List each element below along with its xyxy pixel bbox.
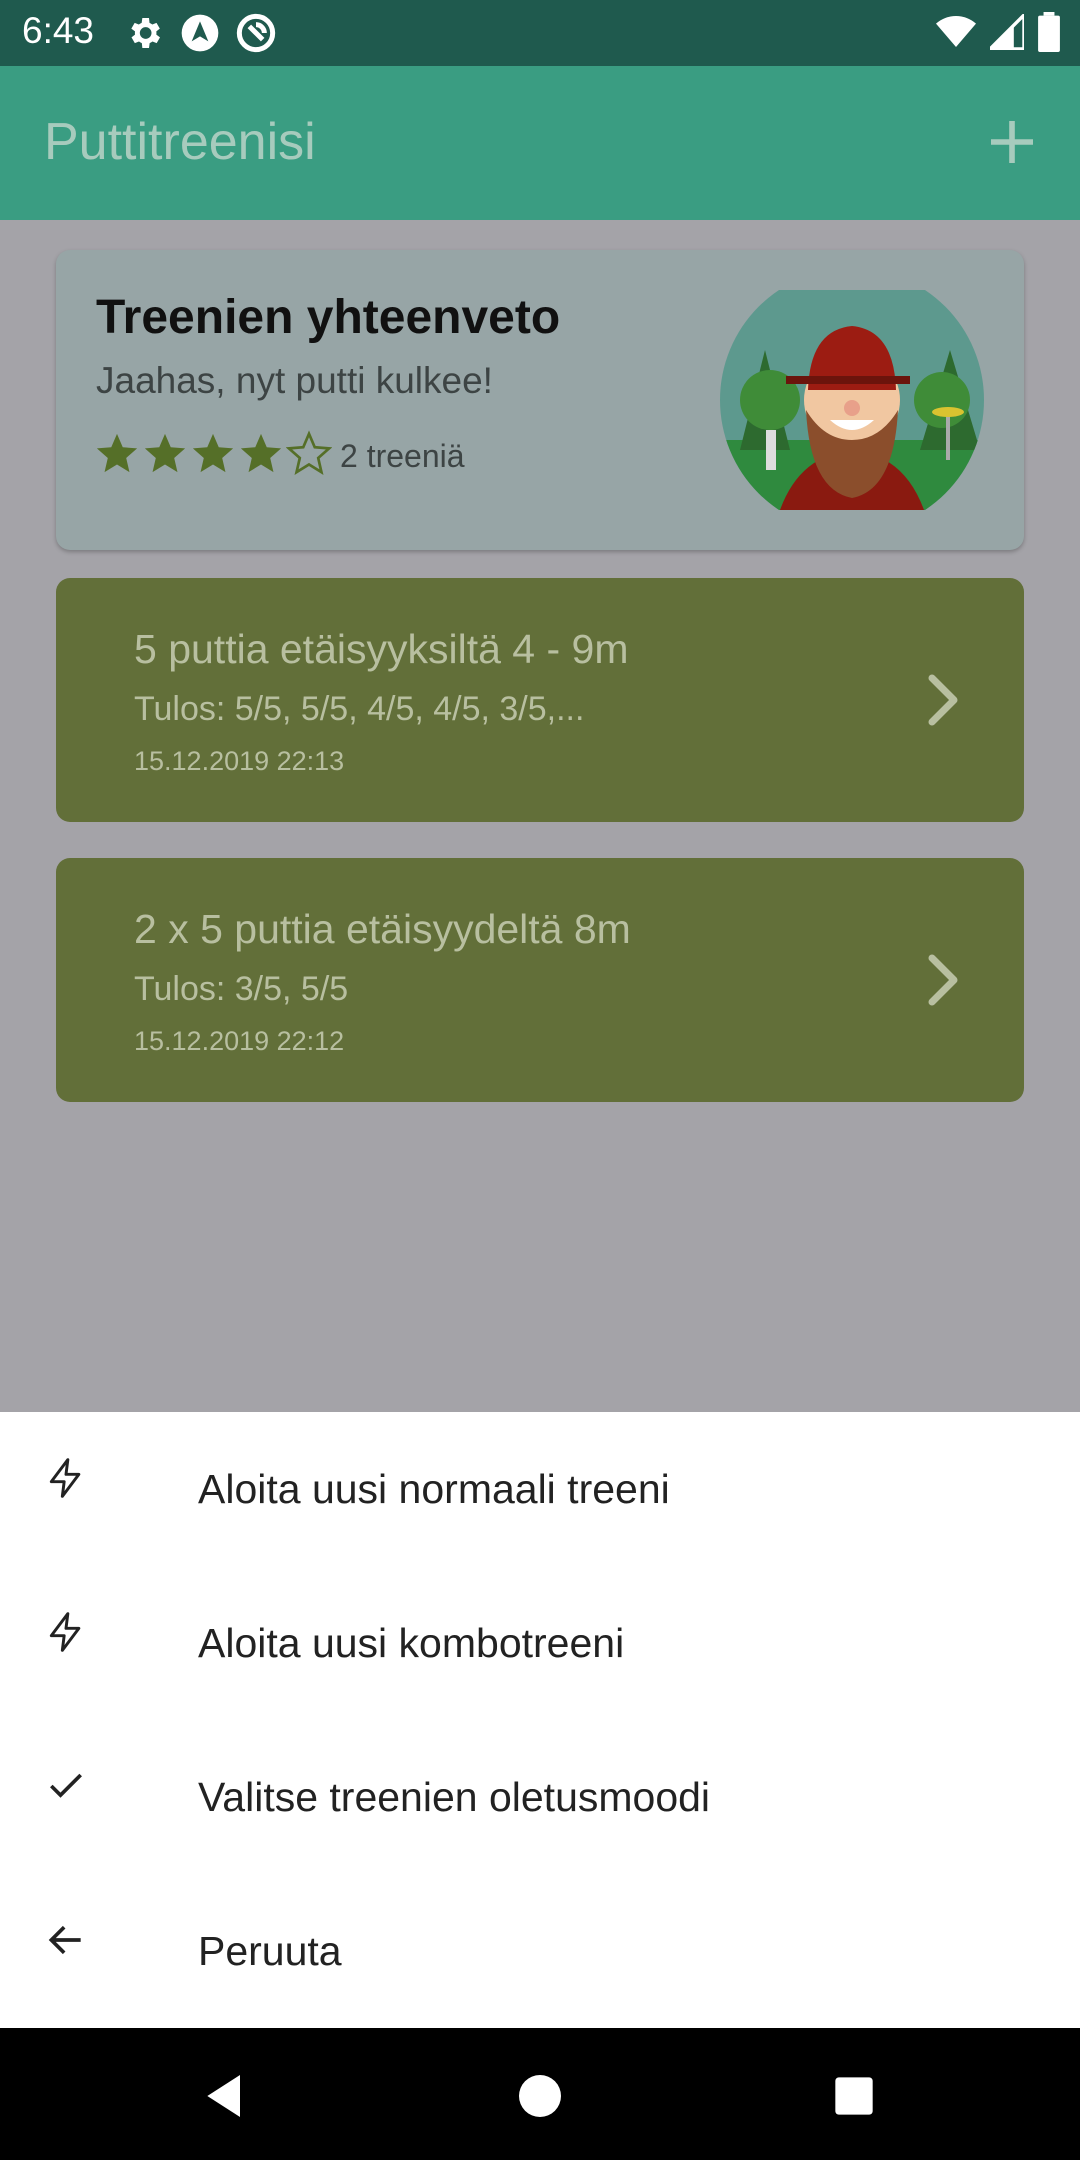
- battery-icon: [1038, 12, 1060, 52]
- lightning-icon: [49, 1458, 81, 1498]
- check-icon: [50, 1773, 82, 1798]
- app-bar: Puttitreenisi: [0, 66, 1080, 220]
- training-title: 2 x 5 puttia etäisyydeltä 8m: [134, 906, 631, 952]
- training-list-item[interactable]: 2 x 5 puttia etäisyydeltä 8m Tulos: 3/5,…: [56, 858, 1024, 1102]
- arrow-left-icon: [48, 1925, 81, 1955]
- settings-icon: [131, 18, 160, 48]
- status-time: 6:43: [22, 10, 95, 51]
- status-bar: 6:43: [0, 0, 1080, 66]
- system-nav-bar: [0, 2028, 1080, 2160]
- star-filled-icon: [144, 433, 186, 473]
- recents-icon[interactable]: [826, 2068, 882, 2124]
- navigation-app-icon: [181, 14, 219, 52]
- cancel-option[interactable]: Peruuta: [0, 1874, 1080, 2028]
- bearded-man-avatar: [720, 290, 984, 510]
- option-label: Aloita uusi normaali treeni: [198, 1466, 670, 1512]
- wifi-icon: [936, 16, 976, 47]
- lightning-icon: [49, 1612, 81, 1652]
- sync-app-icon: [236, 13, 276, 53]
- training-list-item[interactable]: 5 puttia etäisyyksiltä 4 - 9m Tulos: 5/5…: [56, 578, 1024, 822]
- cell-signal-icon: [990, 14, 1024, 50]
- training-count: 2 treeniä: [340, 438, 465, 474]
- chevron-right-icon: [928, 674, 958, 726]
- start-combo-training-option[interactable]: Aloita uusi kombotreeni: [0, 1566, 1080, 1720]
- star-filled-icon: [240, 433, 282, 473]
- home-icon[interactable]: [512, 2068, 568, 2124]
- training-result: Tulos: 3/5, 5/5: [134, 970, 349, 1008]
- chevron-right-icon: [928, 954, 958, 1006]
- back-icon[interactable]: [198, 2068, 254, 2124]
- start-normal-training-option[interactable]: Aloita uusi normaali treeni: [0, 1412, 1080, 1566]
- select-default-mode-option[interactable]: Valitse treenien oletusmoodi: [0, 1720, 1080, 1874]
- option-label: Aloita uusi kombotreeni: [198, 1620, 625, 1666]
- plus-icon[interactable]: [984, 114, 1040, 170]
- summary-subtitle: Jaahas, nyt putti kulkee!: [96, 360, 493, 401]
- app-title: Puttitreenisi: [44, 113, 316, 171]
- training-result: Tulos: 5/5, 5/5, 4/5, 4/5, 3/5,...: [134, 690, 585, 728]
- summary-title: Treenien yhteenveto: [96, 291, 561, 344]
- option-label: Peruuta: [198, 1928, 342, 1974]
- rating-stars: [94, 430, 332, 476]
- summary-card: Treenien yhteenveto Jaahas, nyt putti ku…: [56, 250, 1024, 550]
- star-empty-icon: [286, 430, 332, 475]
- training-title: 5 puttia etäisyyksiltä 4 - 9m: [134, 626, 629, 672]
- training-date: 15.12.2019 22:13: [134, 746, 345, 776]
- action-bottom-sheet: Aloita uusi normaali treeni Aloita uusi …: [0, 1412, 1080, 2028]
- star-filled-icon: [96, 433, 138, 473]
- option-label: Valitse treenien oletusmoodi: [198, 1774, 711, 1820]
- training-date: 15.12.2019 22:12: [134, 1026, 345, 1056]
- star-filled-icon: [192, 433, 234, 473]
